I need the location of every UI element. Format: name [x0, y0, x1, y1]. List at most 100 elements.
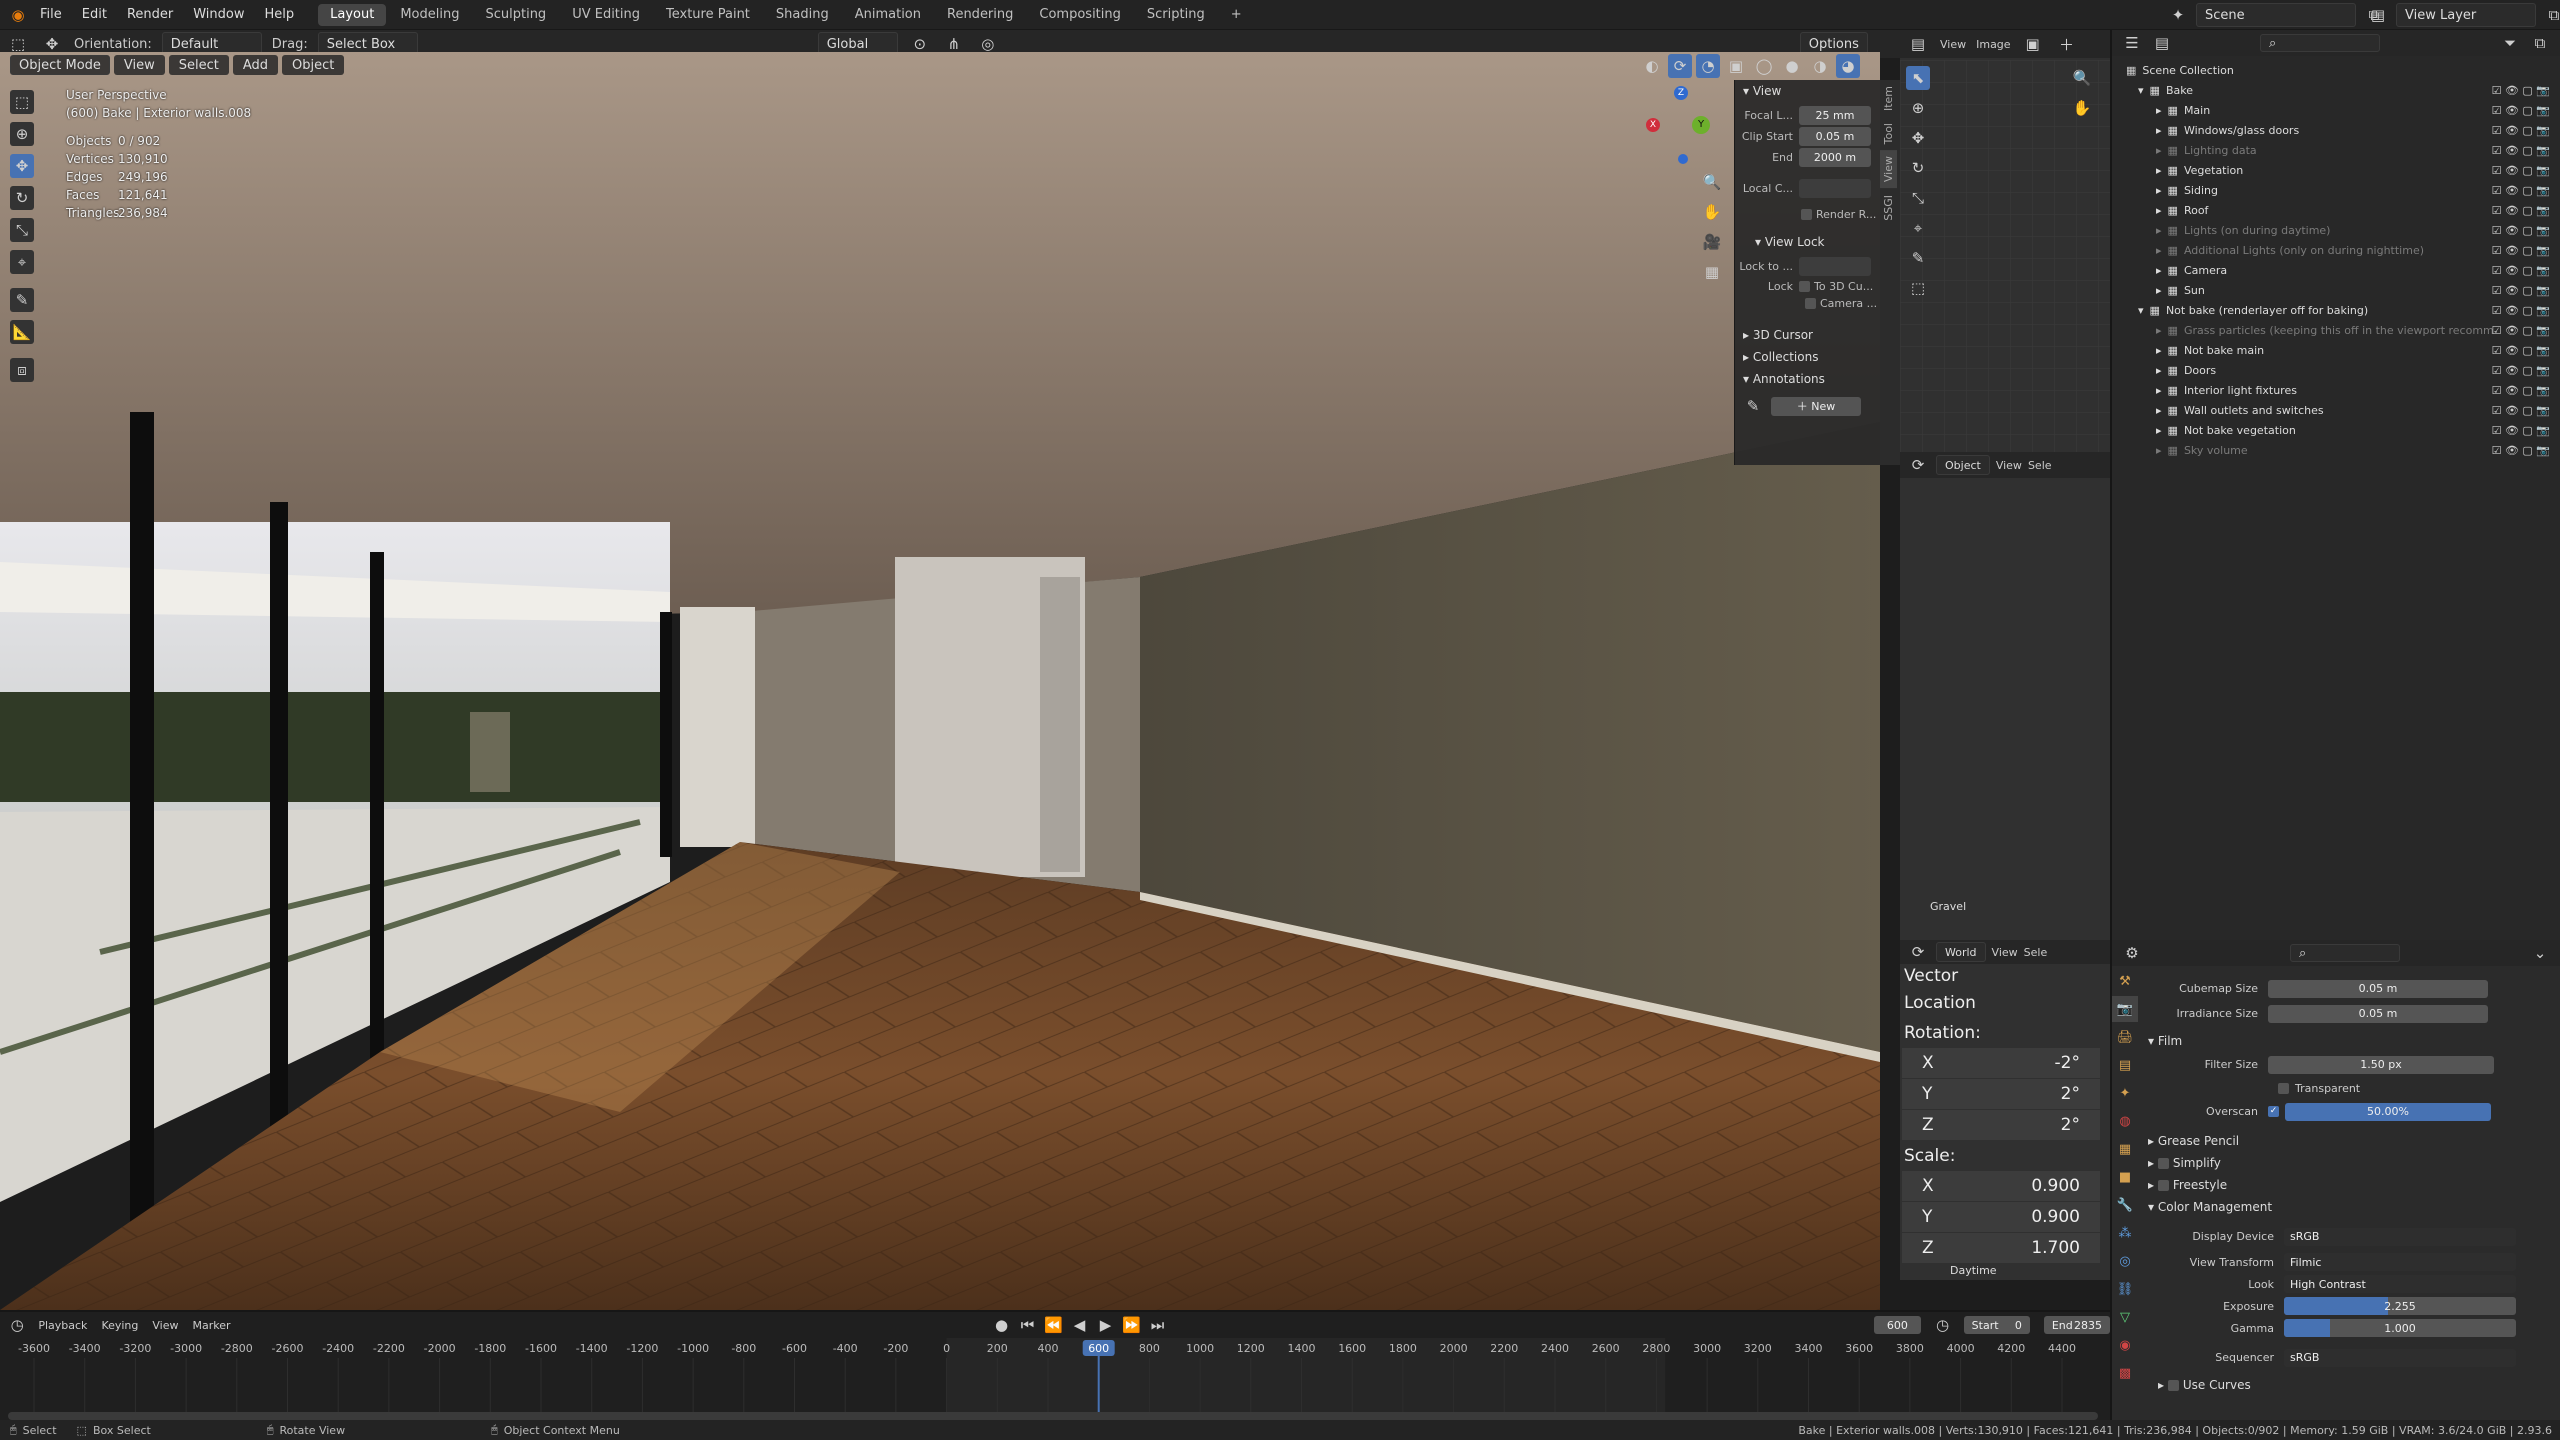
outliner-item[interactable]: ▸ ▦ Sun ☑ 👁 ▢ 📷: [2112, 280, 2560, 300]
render-tab-icon[interactable]: 📷: [2112, 996, 2138, 1022]
outliner-item[interactable]: ▸ ▦ Camera ☑ 👁 ▢ 📷: [2112, 260, 2560, 280]
scale-z-field[interactable]: Z 1.700: [1902, 1233, 2100, 1263]
view-layer-tab-icon[interactable]: ▤: [2112, 1052, 2138, 1078]
freestyle-checkbox[interactable]: [2157, 1179, 2169, 1191]
expand-arrow-icon[interactable]: ▸: [2156, 324, 2162, 337]
visibility-toggles[interactable]: ☑ 👁 ▢ 📷: [2492, 424, 2550, 437]
preview-range-icon[interactable]: ◷: [1935, 1313, 1949, 1337]
exposure-slider[interactable]: 2.255: [2284, 1297, 2516, 1315]
menu-select[interactable]: Sele: [2028, 459, 2052, 472]
tab-tool[interactable]: Tool: [1880, 117, 1897, 150]
particles-tab-icon[interactable]: ⁂: [2112, 1220, 2138, 1246]
tab-shading[interactable]: Shading: [764, 4, 841, 26]
expand-arrow-icon[interactable]: ▸: [2156, 384, 2162, 397]
visibility-toggles[interactable]: ☑ 👁 ▢ 📷: [2492, 404, 2550, 417]
next-keyframe-icon[interactable]: ⏩: [1120, 1313, 1144, 1337]
menu-view[interactable]: View: [1940, 38, 1966, 51]
gamma-slider[interactable]: 1.000: [2284, 1319, 2516, 1337]
expand-arrow-icon[interactable]: ▾: [2138, 84, 2144, 97]
expand-arrow-icon[interactable]: ▾: [2138, 304, 2144, 317]
scene-collection-row[interactable]: ▦ Scene Collection: [2112, 60, 2560, 80]
new-annotation-button[interactable]: ＋ New: [1771, 396, 1861, 416]
end-frame-field[interactable]: End 2835: [2043, 1316, 2110, 1334]
visibility-toggles[interactable]: ☑ 👁 ▢ 📷: [2492, 304, 2550, 317]
visibility-toggles[interactable]: ☑ 👁 ▢ 📷: [2492, 364, 2550, 377]
object-dropdown[interactable]: Object: [1936, 455, 1990, 475]
menu-image[interactable]: Image: [1976, 38, 2010, 51]
visibility-toggles[interactable]: ☑ 👁 ▢ 📷: [2492, 244, 2550, 257]
clip-end-field[interactable]: 2000 m: [1799, 148, 1871, 167]
menu-view[interactable]: View: [1996, 459, 2022, 472]
expand-arrow-icon[interactable]: ▸: [2156, 104, 2162, 117]
jump-start-icon[interactable]: ⏮: [1016, 1313, 1040, 1337]
expand-arrow-icon[interactable]: ▸: [2156, 424, 2162, 437]
menu-playback[interactable]: Playback: [38, 1319, 87, 1332]
visibility-toggles[interactable]: ☑ 👁 ▢ 📷: [2492, 124, 2550, 137]
new-view-layer-icon[interactable]: ⧉: [2542, 3, 2560, 27]
modifier-tab-icon[interactable]: 🔧: [2112, 1192, 2138, 1218]
visibility-toggles[interactable]: ☑ 👁 ▢ 📷: [2492, 384, 2550, 397]
viewport-3d[interactable]: [0, 52, 1880, 1310]
uv-move-icon[interactable]: ✥: [1906, 126, 1930, 150]
outliner-item[interactable]: ▾ ▦ Not bake (renderlayer off for baking) ☑…: [2112, 300, 2560, 320]
expand-arrow-icon[interactable]: ▸: [2156, 124, 2162, 137]
uv-rotate-icon[interactable]: ↻: [1906, 156, 1930, 180]
menu-view[interactable]: View: [152, 1319, 178, 1332]
menu-render[interactable]: Render: [117, 0, 183, 30]
measure-icon[interactable]: 📐: [10, 320, 34, 344]
pin-icon[interactable]: ⌄: [2528, 941, 2552, 965]
visibility-toggles[interactable]: ☑ 👁 ▢ 📷: [2492, 224, 2550, 237]
tab-ssgi[interactable]: SSGI: [1880, 189, 1897, 227]
constraints-tab-icon[interactable]: ⛓: [2112, 1276, 2138, 1302]
outliner-item[interactable]: ▸ ▦ Lighting data ☑ 👁 ▢ 📷: [2112, 140, 2560, 160]
tab-texture-paint[interactable]: Texture Paint: [654, 4, 762, 26]
jump-end-icon[interactable]: ⏭: [1146, 1313, 1170, 1337]
simplify-section[interactable]: ▸ Simplify: [2148, 1152, 2556, 1174]
annotation-layer-icon[interactable]: ✎: [1741, 394, 1765, 418]
outliner-item[interactable]: ▸ ▦ Windows/glass doors ☑ 👁 ▢ 📷: [2112, 120, 2560, 140]
collection-tab-icon[interactable]: ▦: [2112, 1136, 2138, 1162]
visibility-icon[interactable]: ◐: [1640, 54, 1664, 78]
expand-arrow-icon[interactable]: ▸: [2156, 404, 2162, 417]
move-icon[interactable]: ✥: [10, 154, 34, 178]
view-layer-field[interactable]: View Layer: [2396, 3, 2536, 27]
world-dropdown[interactable]: World: [1936, 942, 1986, 962]
lock-camera-checkbox[interactable]: [1805, 298, 1816, 309]
gizmo-y[interactable]: Y: [1692, 116, 1710, 134]
texture-tab-icon[interactable]: ▩: [2112, 1360, 2138, 1386]
record-icon[interactable]: ●: [990, 1313, 1014, 1337]
expand-arrow-icon[interactable]: ▸: [2156, 284, 2162, 297]
scene-field[interactable]: Scene: [2196, 3, 2356, 27]
xray-icon[interactable]: ▣: [1724, 54, 1748, 78]
outliner-search[interactable]: ⌕: [2260, 34, 2380, 52]
camera-view-icon[interactable]: 🎥: [1700, 230, 1724, 254]
view-lock-header[interactable]: ▾ View Lock: [1735, 231, 1880, 253]
grid-icon[interactable]: ▦: [1700, 260, 1724, 284]
outliner-item[interactable]: ▸ ▦ Additional Lights (only on during nigh…: [2112, 240, 2560, 260]
pan-hand-icon[interactable]: ✋: [1700, 200, 1724, 224]
visibility-toggles[interactable]: ☑ 👁 ▢ 📷: [2492, 324, 2550, 337]
editor-type-icon[interactable]: ▤: [1906, 32, 1930, 56]
rotation-y-field[interactable]: Y 2°: [1902, 1079, 2100, 1109]
expand-arrow-icon[interactable]: ▸: [2156, 164, 2162, 177]
image-browse-icon[interactable]: ▣: [2021, 32, 2045, 56]
editor-type-icon[interactable]: ◷: [10, 1313, 24, 1337]
visibility-toggles[interactable]: ☑ 👁 ▢ 📷: [2492, 184, 2550, 197]
render-region-checkbox[interactable]: [1801, 209, 1812, 220]
outliner-item[interactable]: ▸ ▦ Not bake vegetation ☑ 👁 ▢ 📷: [2112, 420, 2560, 440]
tab-layout[interactable]: Layout: [318, 3, 387, 26]
filter-size-field[interactable]: 1.50 px: [2268, 1055, 2494, 1074]
physics-tab-icon[interactable]: ◎: [2112, 1248, 2138, 1274]
scene-icon[interactable]: ✦: [2166, 3, 2190, 27]
material-tab-icon[interactable]: ◉: [2112, 1332, 2138, 1358]
rendered-shading-icon[interactable]: ◕: [1836, 54, 1860, 78]
rotation-z-field[interactable]: Z 2°: [1902, 1110, 2100, 1140]
view-transform-dropdown[interactable]: Filmic: [2284, 1253, 2516, 1271]
use-curves-section[interactable]: ▸ Use Curves: [2148, 1374, 2556, 1396]
outliner-item[interactable]: ▸ ▦ Not bake main ☑ 👁 ▢ 📷: [2112, 340, 2560, 360]
outliner-item[interactable]: ▸ ▦ Grass particles (keeping this off in t…: [2112, 320, 2560, 340]
uv-select-icon[interactable]: ⬉: [1906, 66, 1930, 90]
tab-sculpting[interactable]: Sculpting: [473, 4, 558, 26]
new-collection-icon[interactable]: ⧉: [2528, 31, 2552, 55]
menu-object[interactable]: Object: [282, 55, 345, 75]
